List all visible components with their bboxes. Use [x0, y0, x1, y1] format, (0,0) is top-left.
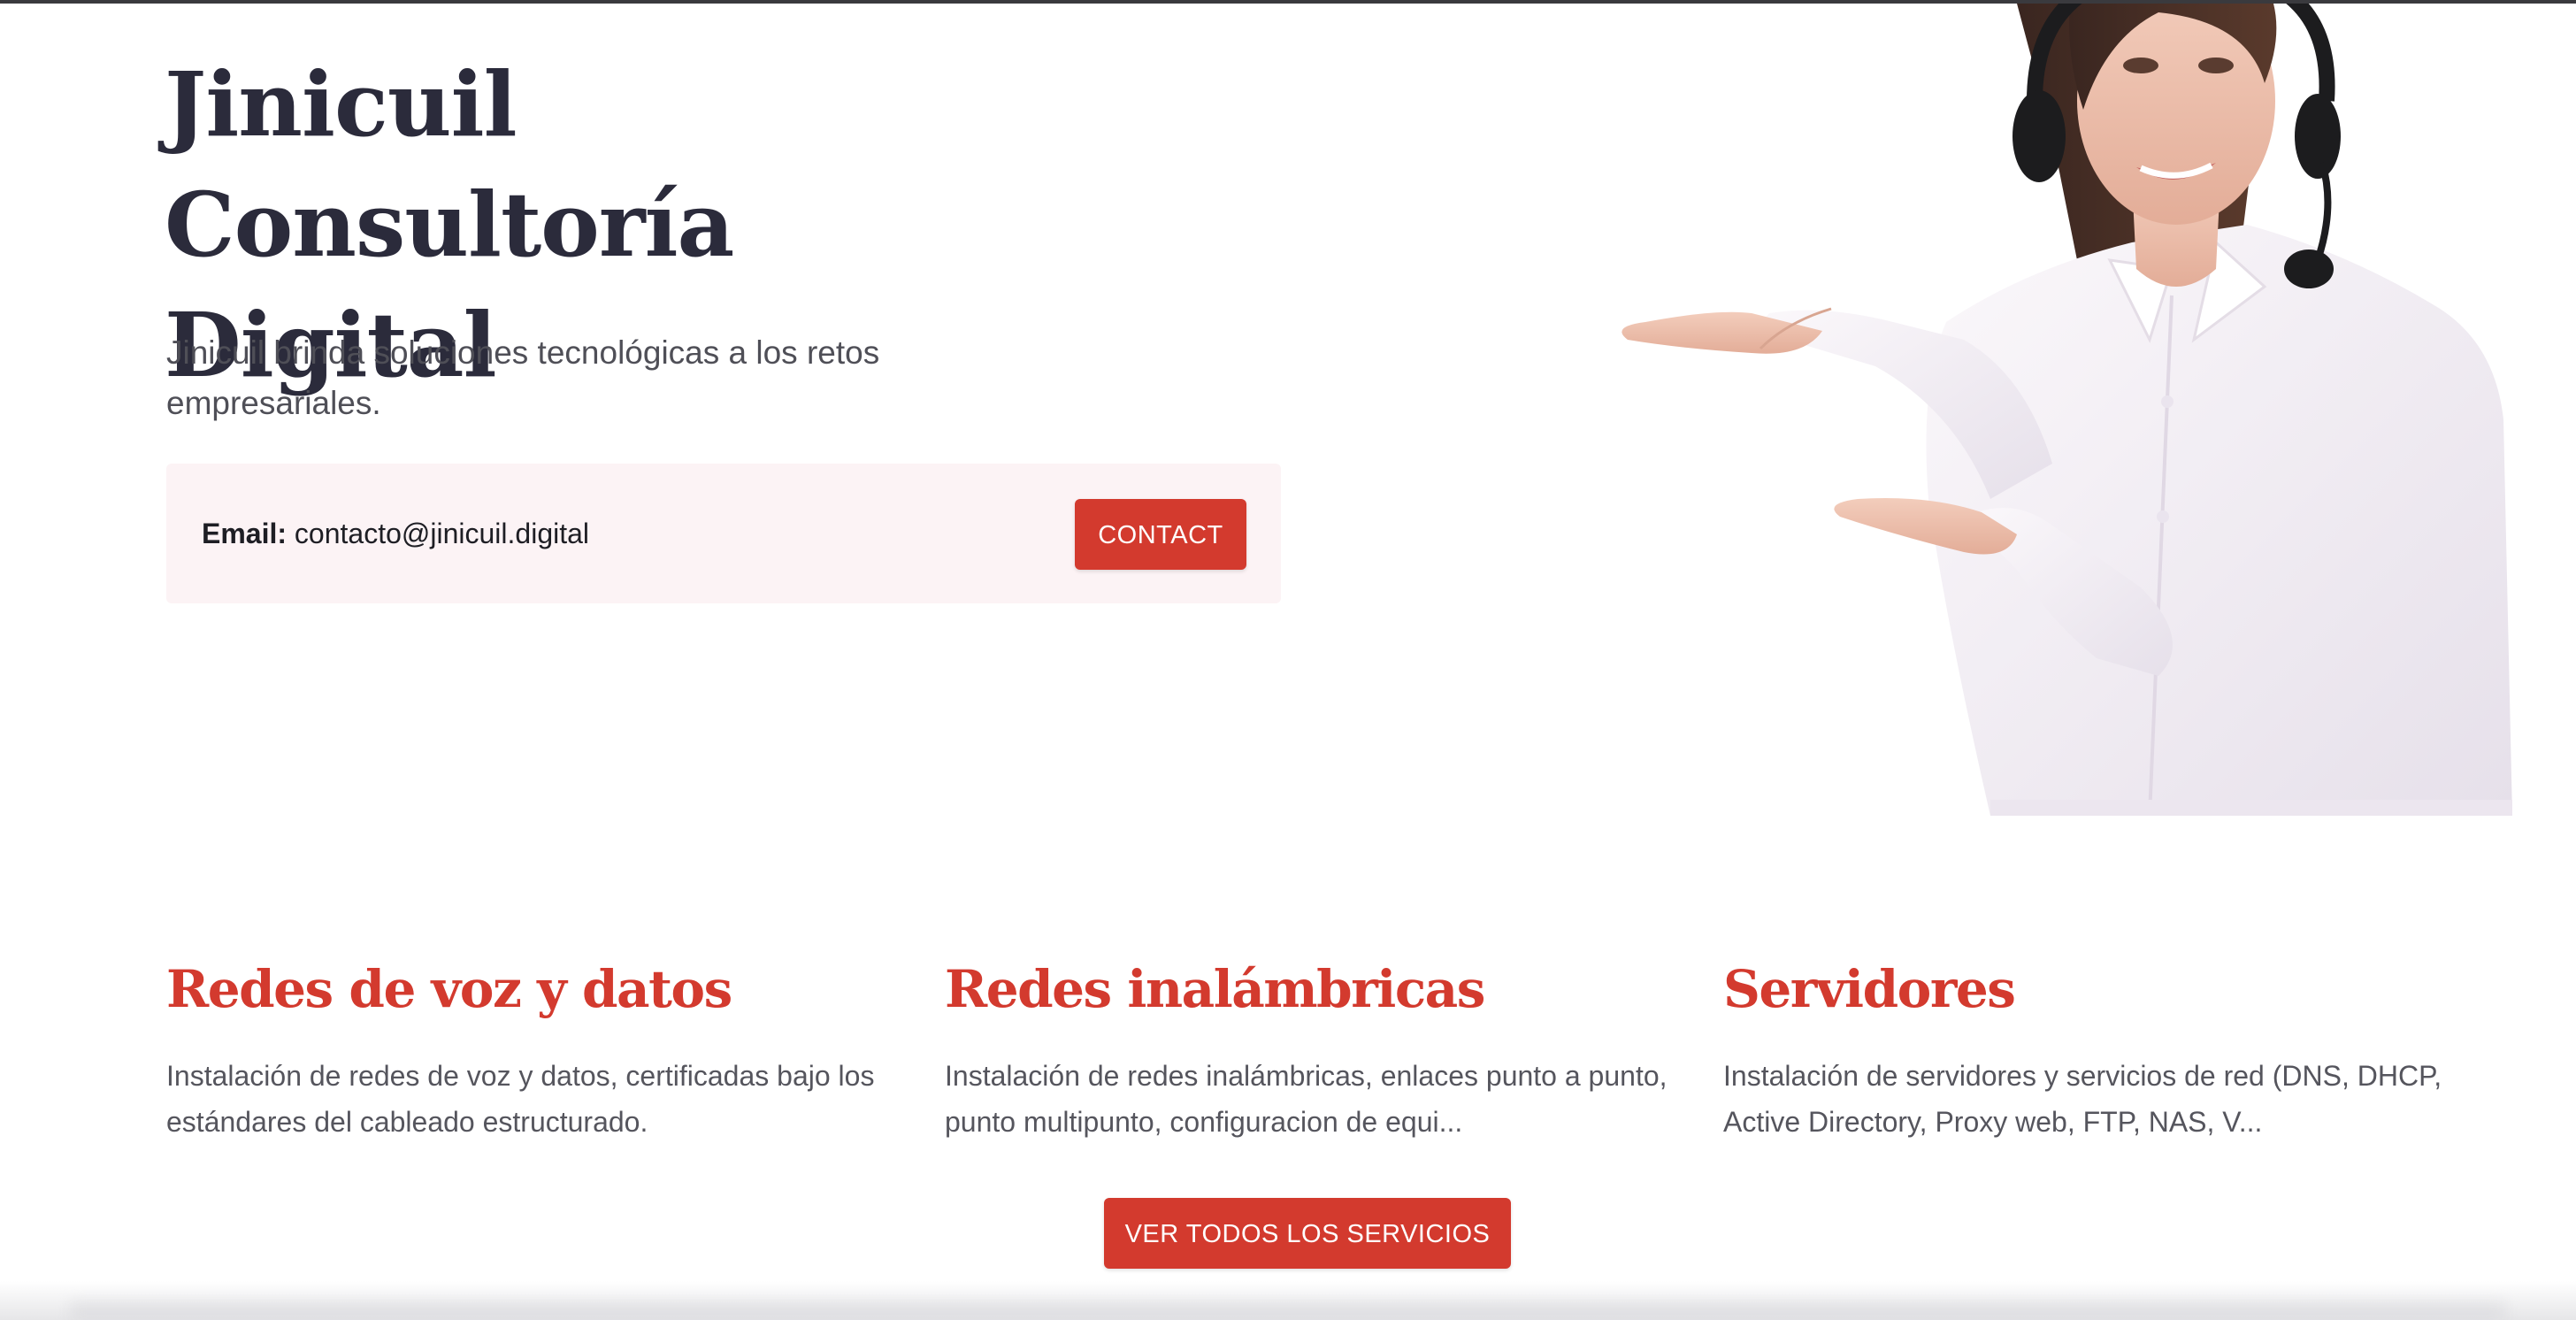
service-title-servidores[interactable]: Servidores — [1723, 957, 2016, 1021]
all-services-button[interactable]: VER TODOS LOS SERVICIOS — [1104, 1198, 1511, 1269]
email-line: Email: contacto@jinicuil.digital — [202, 464, 589, 603]
service-description-redes-inalambricas: Instalación de redes inalámbricas, enlac… — [945, 1060, 1668, 1138]
hero-image — [1622, 4, 2512, 816]
service-title-redes-inalambricas[interactable]: Redes inalámbricas — [945, 957, 1485, 1021]
email-value[interactable]: contacto@jinicuil.digital — [295, 518, 589, 549]
service-title-redes-voz-datos[interactable]: Redes de voz y datos — [166, 957, 732, 1021]
service-description-servidores: Instalación de servidores y servicios de… — [1723, 1060, 2442, 1138]
hero-subtitle: Jinicuil brinda soluciones tecnológicas … — [166, 334, 880, 421]
contact-button[interactable]: CONTACT — [1075, 499, 1246, 570]
footer-shadow — [0, 1281, 2576, 1320]
service-description-redes-voz-datos: Instalación de redes de voz y datos, cer… — [166, 1060, 875, 1138]
contact-box: Email: contacto@jinicuil.digital CONTACT — [166, 464, 1281, 603]
email-label: Email: — [202, 518, 288, 549]
